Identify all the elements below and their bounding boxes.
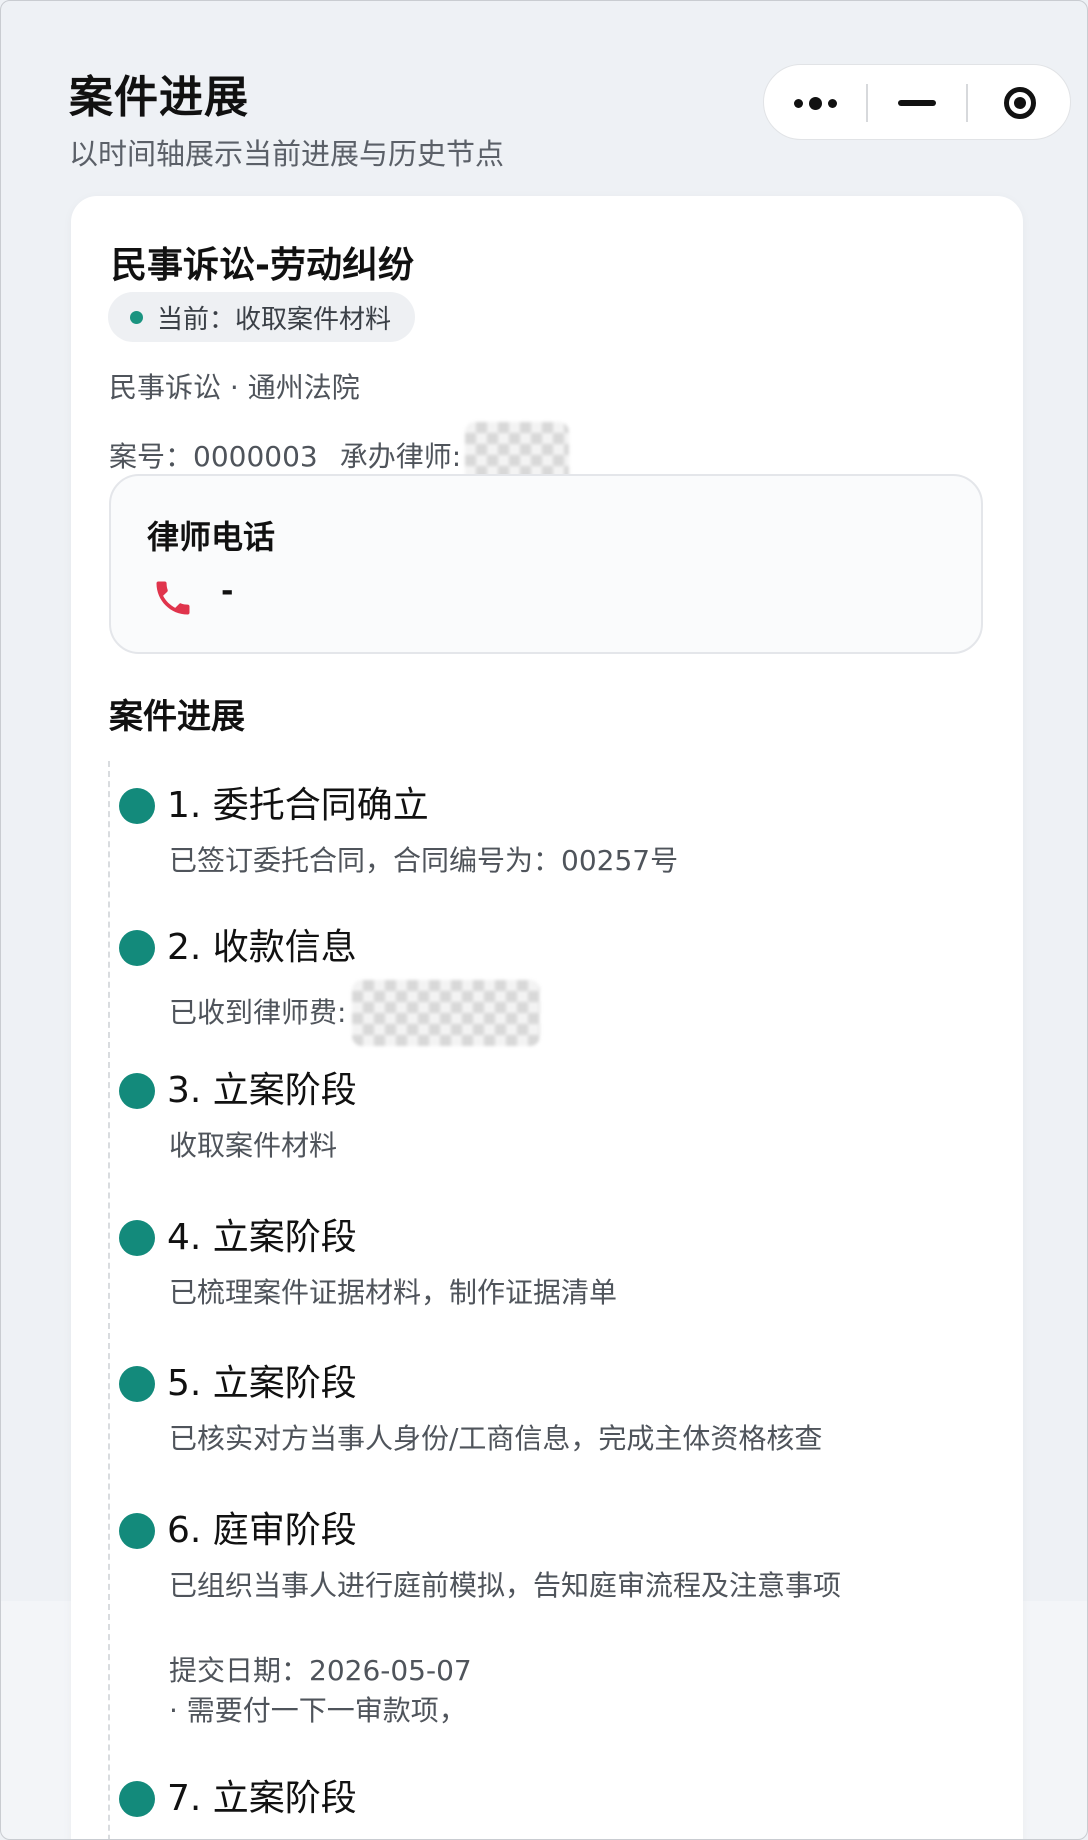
fee-amount-redacted: [352, 980, 541, 1046]
timeline-item-desc-row: 已收到律师费:: [169, 980, 949, 1046]
close-button[interactable]: [968, 65, 1072, 141]
app-window: 案件进展 以时间轴展示当前进展与历史节点 民事诉讼-劳动纠纷 当前：收取案件材料…: [0, 0, 1088, 1840]
page-title: 案件进展: [69, 72, 249, 123]
timeline-item-desc: 已梳理案件证据材料，制作证据清单: [169, 1276, 618, 1309]
timeline-item-title: 3. 立案阶段: [167, 1070, 357, 1111]
status-dot-icon: [130, 310, 143, 324]
more-button[interactable]: [764, 65, 866, 141]
case-type-court: 民事诉讼 · 通州法院: [109, 371, 360, 404]
case-number: 案号：0000003: [109, 440, 318, 473]
lawyer-label: 承办律师:: [339, 440, 462, 473]
timeline-item-title: 5. 立案阶段: [167, 1363, 357, 1404]
status-text: 当前：收取案件材料: [157, 304, 392, 335]
more-dots-icon: [793, 96, 837, 110]
timeline-dot: [119, 1220, 155, 1256]
timeline-item-title: 7. 立案阶段: [167, 1778, 357, 1819]
phone-value: -: [221, 574, 234, 609]
timeline-item-note: · 需要付一下一审款项，: [169, 1694, 467, 1727]
case-card: 民事诉讼-劳动纠纷 当前：收取案件材料 民事诉讼 · 通州法院 案号：00000…: [71, 196, 1023, 1839]
timeline-item-desc: 已签订委托合同，合同编号为：00257号: [169, 844, 679, 877]
status-badge: 当前：收取案件材料: [108, 292, 416, 342]
minus-icon: [898, 100, 936, 106]
timeline-dot: [119, 1366, 155, 1402]
phone-icon: [156, 581, 190, 615]
phone-label: 律师电话: [147, 518, 276, 556]
timeline-item-desc: 已核实对方当事人身份/工商信息，完成主体资格核查: [169, 1422, 823, 1455]
timeline-item-desc: 收取案件材料: [169, 1129, 338, 1162]
timeline-item-date: 提交日期：2026-05-07: [169, 1654, 472, 1687]
timeline-dot: [119, 1513, 155, 1549]
timeline-dot: [119, 1073, 155, 1109]
timeline-item-desc: 已组织当事人进行庭前模拟，告知庭审流程及注意事项: [169, 1569, 842, 1602]
timeline-dot: [119, 788, 155, 824]
timeline-title: 案件进展: [109, 697, 245, 737]
timeline-item-desc: 已收到律师费:: [169, 996, 347, 1029]
timeline-item-title: 6. 庭审阶段: [167, 1510, 357, 1551]
minimize-button[interactable]: [868, 65, 966, 141]
timeline-line: [108, 761, 110, 1839]
mini-program-capsule: [763, 64, 1071, 140]
target-circle-icon: [1004, 87, 1036, 119]
timeline-dot: [119, 930, 155, 966]
case-title: 民事诉讼-劳动纠纷: [111, 245, 414, 286]
page-subtitle: 以时间轴展示当前进展与历史节点: [69, 137, 505, 171]
timeline-item-title: 2. 收款信息: [167, 927, 357, 968]
timeline-dot: [119, 1781, 155, 1817]
timeline-item-title: 1. 委托合同确立: [167, 785, 429, 826]
timeline-item-title: 4. 立案阶段: [167, 1217, 357, 1258]
lawyer-phone-card[interactable]: 律师电话 -: [109, 474, 983, 654]
